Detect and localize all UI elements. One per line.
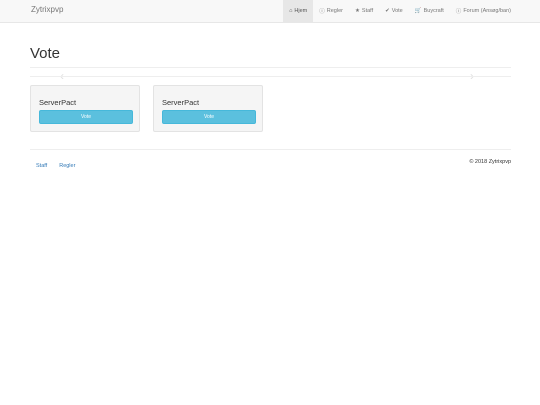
- brand-logo[interactable]: Zytrixpvp: [31, 5, 63, 14]
- nav-item-label: Vote: [391, 8, 403, 14]
- card-title: ServerPact: [162, 98, 200, 107]
- star-icon: ★: [354, 8, 360, 14]
- cart-icon: 🛒: [414, 8, 422, 14]
- card-title: ServerPact: [39, 98, 77, 107]
- nav-item-label: Forum (Ansøg/ban): [463, 8, 511, 14]
- home-icon: ⌂: [289, 8, 293, 14]
- top-navbar: Zytrixpvp ⌂ Hjem ⓘ Regler ★ Staff ✔ Vote…: [0, 0, 540, 23]
- footer-links: Staff Regler: [36, 163, 75, 169]
- nav-item-hjem[interactable]: ⌂ Hjem: [283, 0, 314, 22]
- nav-item-buycraft[interactable]: 🛒 Buycraft: [409, 0, 450, 22]
- info-icon: ⓘ: [455, 9, 462, 15]
- nav-item-staff[interactable]: ★ Staff: [349, 0, 379, 22]
- nav-item-label: Regler: [326, 8, 343, 14]
- carousel-divider: [30, 76, 511, 77]
- nav-item-label: Buycraft: [423, 8, 444, 14]
- vote-button[interactable]: Vote: [39, 110, 133, 124]
- footer-divider: [30, 149, 511, 150]
- footer-link-staff[interactable]: Staff: [36, 163, 47, 169]
- nav-item-label: Hjem: [294, 8, 308, 14]
- nav-menu: ⌂ Hjem ⓘ Regler ★ Staff ✔ Vote 🛒 Buycraf…: [283, 0, 540, 22]
- check-icon: ✔: [385, 8, 390, 14]
- nav-item-label: Staff: [361, 8, 374, 14]
- page-title: Vote: [30, 45, 61, 62]
- vote-button[interactable]: Vote: [162, 110, 256, 124]
- vote-card: ServerPact Vote: [30, 85, 140, 132]
- info-icon: ⓘ: [319, 9, 325, 15]
- nav-item-vote[interactable]: ✔ Vote: [379, 0, 409, 22]
- footer-link-regler[interactable]: Regler: [59, 163, 75, 169]
- copyright-text: © 2018 Zytrixpvp: [469, 159, 511, 165]
- nav-item-regler[interactable]: ⓘ Regler: [313, 0, 349, 22]
- divider: [30, 67, 511, 68]
- nav-item-forum[interactable]: ⓘ Forum (Ansøg/ban): [450, 0, 540, 22]
- vote-card: ServerPact Vote: [153, 85, 263, 132]
